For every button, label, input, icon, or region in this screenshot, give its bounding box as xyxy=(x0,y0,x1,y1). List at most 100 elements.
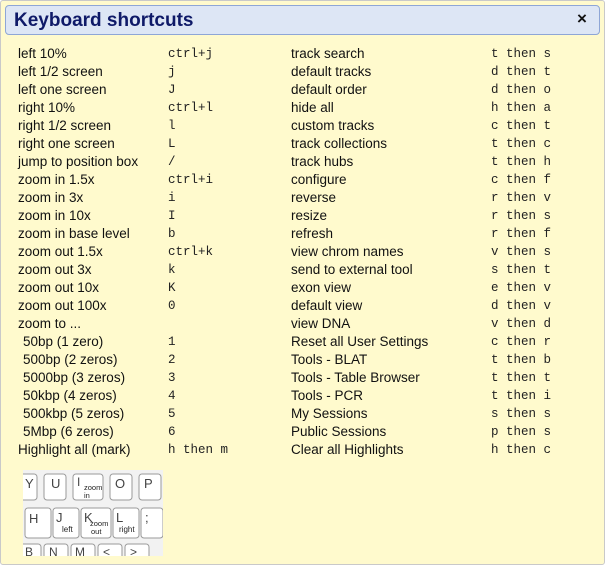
shortcut-label: right 1/2 screen xyxy=(18,118,112,133)
shortcut-key: t then h xyxy=(491,155,552,169)
shortcut-label: 50kbp (4 zeros) xyxy=(23,388,117,403)
shortcut-key: s then t xyxy=(491,263,552,277)
shortcut-label: exon view xyxy=(291,280,352,295)
shortcut-label: default order xyxy=(291,82,367,97)
shortcut-key: ctrl+i xyxy=(168,173,214,187)
keyboard-row-2: H J left K zoom out L right ; xyxy=(24,507,163,539)
key-p: P xyxy=(144,476,153,491)
shortcut-key: 4 xyxy=(168,389,176,403)
shortcut-key: 2 xyxy=(168,353,176,367)
shortcut-key: d then t xyxy=(491,65,552,79)
shortcut-label: view chrom names xyxy=(291,244,404,259)
key-l-caption: right xyxy=(119,525,135,534)
svg-text:out: out xyxy=(91,527,102,536)
shortcut-label: zoom out 1.5x xyxy=(18,244,103,259)
shortcut-key: r then f xyxy=(491,227,552,241)
shortcut-label: Public Sessions xyxy=(291,424,387,439)
key-j-caption: left xyxy=(62,525,73,534)
shortcut-key: J xyxy=(168,83,176,97)
key-n: N xyxy=(49,545,58,556)
shortcut-label: zoom in 10x xyxy=(18,208,91,223)
shortcut-label: zoom in 1.5x xyxy=(18,172,95,187)
shortcut-key: h then a xyxy=(491,101,552,115)
key-y: Y xyxy=(25,476,34,491)
shortcut-label: left one screen xyxy=(18,82,107,97)
shortcut-label: track search xyxy=(291,46,365,61)
shortcut-key: t then c xyxy=(491,137,552,151)
shortcut-key: 5 xyxy=(168,407,176,421)
shortcut-key: s then s xyxy=(491,407,552,421)
shortcut-key: d then o xyxy=(491,83,552,97)
shortcut-key: i xyxy=(168,191,176,205)
svg-text:in: in xyxy=(84,491,90,500)
shortcut-label: right one screen xyxy=(18,136,115,151)
key-i: I xyxy=(77,475,80,489)
shortcut-key: ctrl+k xyxy=(168,245,214,259)
shortcut-label: zoom out 100x xyxy=(18,298,107,313)
shortcut-key: c then t xyxy=(491,119,552,133)
shortcut-key: e then v xyxy=(491,281,552,295)
shortcut-label: configure xyxy=(291,172,347,187)
key-lt: < xyxy=(103,545,110,556)
shortcut-key: 0 xyxy=(168,299,176,313)
shortcut-label: view DNA xyxy=(291,316,351,331)
shortcut-key: r then s xyxy=(491,209,552,223)
key-h: H xyxy=(29,511,38,526)
shortcut-key: 3 xyxy=(168,371,176,385)
shortcut-key: t then i xyxy=(491,389,552,403)
key-u: U xyxy=(51,476,60,491)
shortcut-label: reverse xyxy=(291,190,337,205)
shortcut-key: l xyxy=(168,119,176,133)
key-l: L xyxy=(116,510,123,525)
dialog-titlebar[interactable]: Keyboard shortcuts × xyxy=(5,5,600,35)
shortcut-key: d then v xyxy=(491,299,552,313)
shortcut-label: 500kbp (5 zeros) xyxy=(23,406,125,421)
shortcut-key: c then f xyxy=(491,173,552,187)
dialog-title: Keyboard shortcuts xyxy=(14,10,194,31)
shortcut-label: hide all xyxy=(291,100,334,115)
shortcut-key: j xyxy=(168,65,176,79)
shortcut-label: right 10% xyxy=(18,100,76,115)
key-j: J xyxy=(56,510,63,525)
shortcut-label: left 1/2 screen xyxy=(18,64,103,79)
shortcut-key: t then s xyxy=(491,47,552,61)
shortcut-key: h then c xyxy=(491,443,552,457)
shortcut-key: p then s xyxy=(491,425,552,439)
shortcut-label: jump to position box xyxy=(18,154,139,169)
close-icon[interactable]: × xyxy=(573,10,591,28)
shortcut-label: zoom out 10x xyxy=(18,280,100,295)
shortcut-label: 500bp (2 zeros) xyxy=(23,352,118,367)
shortcut-key: h then m xyxy=(168,443,229,457)
shortcut-label: 5Mbp (6 zeros) xyxy=(23,424,114,439)
shortcut-label: zoom out 3x xyxy=(18,262,92,277)
shortcut-label: default tracks xyxy=(291,64,372,79)
keyboard-image: Y U I zoom in O P H J left K zoom out L … xyxy=(23,470,163,556)
shortcut-label: Reset all User Settings xyxy=(291,334,429,349)
shortcut-key: 1 xyxy=(168,335,176,349)
shortcut-label: zoom in 3x xyxy=(18,190,84,205)
key-b: B xyxy=(25,545,33,556)
shortcut-key: v then d xyxy=(491,317,552,331)
shortcut-key: r then v xyxy=(491,191,552,205)
keyboard-row-1: Y U I zoom in O P xyxy=(23,473,162,501)
shortcut-key: v then s xyxy=(491,245,552,259)
shortcut-label: zoom in base level xyxy=(18,226,130,241)
shortcut-key: 6 xyxy=(168,425,176,439)
shortcut-label: default view xyxy=(291,298,363,313)
shortcut-key: b xyxy=(168,227,176,241)
key-o: O xyxy=(115,476,125,491)
shortcut-key: / xyxy=(168,155,176,169)
key-semicolon: ; xyxy=(145,510,149,525)
shortcut-key: c then r xyxy=(491,335,552,349)
shortcut-label: resize xyxy=(291,208,328,223)
keyboard-illustration: Y U I zoom in O P H J left K zoom out L … xyxy=(23,470,163,556)
shortcut-label: Tools - PCR xyxy=(291,388,364,403)
shortcut-key: I xyxy=(168,209,176,223)
shortcut-label: left 10% xyxy=(18,46,67,61)
shortcut-key: L xyxy=(168,137,176,151)
shortcut-label: Clear all Highlights xyxy=(291,442,404,457)
shortcut-label: Tools - Table Browser xyxy=(291,370,420,385)
shortcut-label: send to external tool xyxy=(291,262,413,277)
shortcut-label: Tools - BLAT xyxy=(291,352,368,367)
shortcut-label: track collections xyxy=(291,136,388,151)
